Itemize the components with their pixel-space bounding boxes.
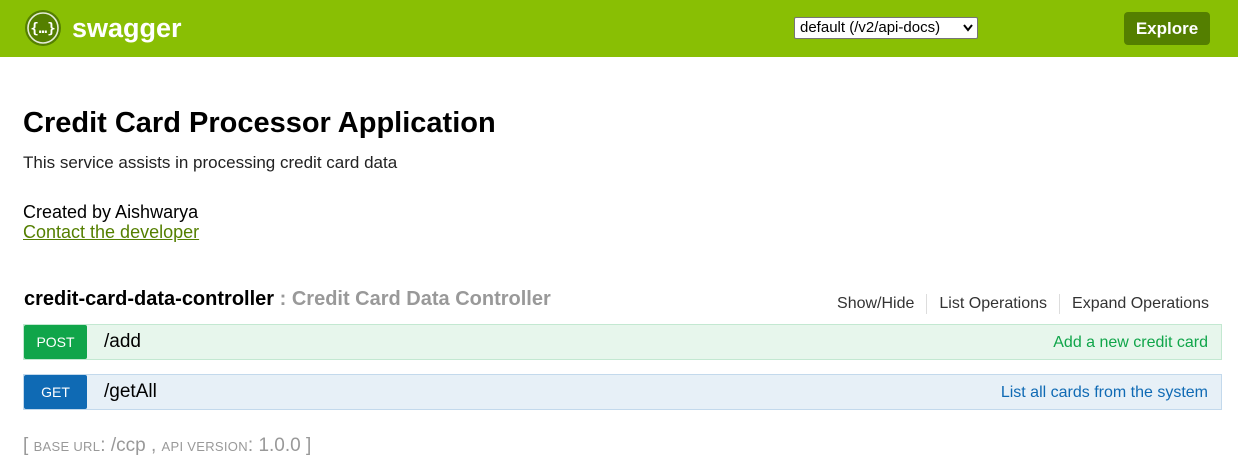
method-badge-post[interactable]: POST: [24, 325, 87, 359]
method-badge-get[interactable]: GET: [24, 375, 87, 409]
operation-get-getall[interactable]: GET /getAll List all cards from the syst…: [23, 374, 1222, 410]
operation-summary[interactable]: List all cards from the system: [1001, 375, 1208, 411]
page-title: Credit Card Processor Application: [23, 107, 496, 139]
footer-open-bracket: [: [23, 435, 34, 456]
top-bar: {…} swagger default (/v2/api-docs) Explo…: [0, 0, 1238, 57]
controller-links: Show/Hide List Operations Expand Operati…: [825, 294, 1209, 314]
spec-selector[interactable]: default (/v2/api-docs): [794, 17, 978, 39]
operation-path[interactable]: /add: [104, 325, 141, 359]
expand-operations-link[interactable]: Expand Operations: [1059, 294, 1209, 314]
chevron-down-icon: [963, 24, 973, 32]
api-version-label: Api Version: [161, 439, 248, 454]
api-info-footer: [ Base URL: /ccp , Api Version: 1.0.0 ]: [23, 433, 311, 460]
operation-path[interactable]: /getAll: [104, 375, 157, 409]
operation-post-add[interactable]: POST /add Add a new credit card: [23, 324, 1222, 360]
controller-separator: :: [274, 288, 292, 310]
controller-description: Credit Card Data Controller: [291, 288, 551, 310]
show-hide-link[interactable]: Show/Hide: [825, 294, 926, 314]
brand-name: swagger: [72, 13, 182, 43]
svg-text:{…}: {…}: [30, 21, 55, 37]
swagger-logo-icon: {…}: [25, 10, 61, 46]
api-description: This service assists in processing credi…: [23, 153, 398, 172]
operation-summary[interactable]: Add a new credit card: [1053, 325, 1208, 361]
base-url-label: Base URL: [33, 439, 101, 454]
base-url-value: : /ccp ,: [100, 435, 162, 456]
explore-button[interactable]: Explore: [1124, 12, 1210, 45]
api-version-value: : 1.0.0 ]: [247, 435, 312, 456]
list-operations-link[interactable]: List Operations: [926, 294, 1059, 314]
controller-name[interactable]: credit-card-data-controller: [24, 288, 274, 310]
created-by-text: Created by Aishwarya: [23, 202, 199, 222]
controller-heading[interactable]: credit-card-data-controller : Credit Car…: [24, 286, 551, 312]
spec-selected-value: default (/v2/api-docs): [800, 19, 941, 36]
contact-developer-link[interactable]: Contact the developer: [23, 222, 199, 243]
